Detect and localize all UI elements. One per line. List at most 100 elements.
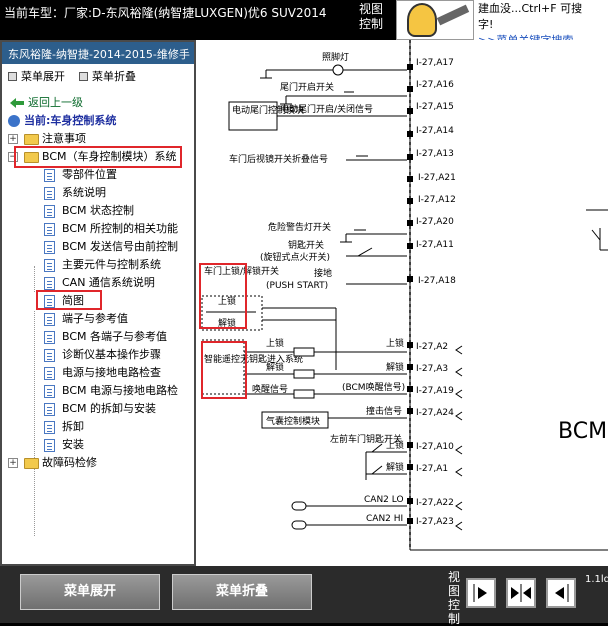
document-icon bbox=[44, 349, 55, 362]
pin-label: I-27,A23 bbox=[416, 517, 454, 527]
document-icon bbox=[44, 367, 55, 380]
nav-next-button[interactable] bbox=[466, 578, 496, 608]
document-icon bbox=[44, 223, 55, 236]
tree-item-label: 拆卸 bbox=[62, 420, 84, 433]
fit-width-icon bbox=[511, 584, 531, 602]
connector-pins: I-27,A17 I-27,A16 I-27,A15 I-27,A14 I-27… bbox=[407, 58, 456, 527]
arrow-right-icon bbox=[473, 584, 487, 602]
vehicle-model-text: 当前车型：厂家:D-东风裕隆(纳智捷LUXGEN)优6 SUV2014 bbox=[4, 6, 327, 20]
lock-label: 上锁 bbox=[218, 295, 236, 307]
tree-item[interactable]: 主要元件与控制系统 bbox=[2, 256, 194, 274]
unlock2-label: 解锁 bbox=[266, 361, 284, 373]
tree-item-label: BCM 电源与接地电路检 bbox=[62, 384, 179, 397]
highlight-diagram-item bbox=[36, 290, 102, 310]
page-indicator: 1.1ld bbox=[585, 574, 608, 585]
tree-item[interactable]: 电源与接地电路检查 bbox=[2, 364, 194, 382]
tree-item[interactable]: BCM 所控制的相关功能 bbox=[2, 220, 194, 238]
bcm-module-label: BCM bbox=[558, 419, 607, 444]
tree-item[interactable]: BCM 发送信号由前控制 bbox=[2, 238, 194, 256]
pin-label: I-27,A24 bbox=[416, 408, 454, 418]
search-promo: 建血没...Ctrl+F 可搜 字! >>菜单关键字搜索 bbox=[474, 0, 608, 40]
current-location: 当前:车身控制系统 bbox=[2, 112, 194, 130]
tree-item[interactable]: BCM 状态控制 bbox=[2, 202, 194, 220]
document-icon bbox=[44, 439, 55, 452]
pin-label: I-27,A22 bbox=[416, 498, 454, 508]
tailgate-signal-label: 电动尾门开启/关闭信号 bbox=[280, 103, 373, 115]
tree-item[interactable]: BCM 的拆卸与安装 bbox=[2, 400, 194, 418]
pin-label: I-27,A16 bbox=[416, 80, 454, 90]
key-switch-label: 钥匙开关 bbox=[288, 239, 324, 251]
smart-entry-label: 智能遥控无钥匙进入系统 bbox=[204, 353, 303, 365]
back-arrow-icon bbox=[10, 98, 24, 108]
tree-item[interactable]: 端子与参考值 bbox=[2, 310, 194, 328]
pin-label: I-27,A11 bbox=[416, 240, 454, 250]
document-icon bbox=[44, 385, 55, 398]
tree-item[interactable]: 安装 bbox=[2, 436, 194, 454]
nav-fit-button[interactable] bbox=[506, 578, 536, 608]
lock2-right-label: 上锁 bbox=[386, 337, 404, 349]
crash-signal-label: 撞击信号 bbox=[366, 405, 402, 417]
navigation-panel: 东风裕隆-纳智捷-2014-2015-维修手 菜单展开 菜单折叠 返回上一级 当… bbox=[0, 40, 196, 566]
pin-label: I-27,A18 bbox=[418, 276, 456, 286]
expand-plus-icon[interactable]: + bbox=[8, 458, 18, 468]
current-location-icon bbox=[8, 115, 20, 127]
keyword-search-link[interactable]: >>菜单关键字搜索 bbox=[478, 32, 604, 40]
document-icon bbox=[44, 331, 55, 344]
lock2-label: 上锁 bbox=[266, 337, 284, 349]
top-bar: 当前车型：厂家:D-东风裕隆(纳智捷LUXGEN)优6 SUV2014 视图控制… bbox=[0, 0, 608, 40]
push-start-label: (PUSH START) bbox=[266, 281, 328, 291]
mechanic-icon bbox=[407, 3, 437, 37]
expand-menu-bottom-button[interactable]: 菜单展开 bbox=[20, 574, 160, 610]
tree-item-label: 诊断仪基本操作步骤 bbox=[62, 348, 161, 361]
tree-folder-dtc[interactable]: + 故障码检修 bbox=[2, 454, 194, 472]
tree-item[interactable]: 系统说明 bbox=[2, 184, 194, 202]
tree-item-label: BCM 状态控制 bbox=[62, 204, 135, 217]
folder-icon bbox=[24, 134, 39, 145]
tree-item-label: 电源与接地电路检查 bbox=[62, 366, 161, 379]
expand-icon bbox=[8, 71, 17, 81]
collapse-menu-bottom-button[interactable]: 菜单折叠 bbox=[172, 574, 312, 610]
expand-plus-icon[interactable]: + bbox=[8, 134, 18, 144]
hazard-label: 危险警告灯开关 bbox=[268, 221, 331, 233]
pin-label: I-27,A2 bbox=[416, 342, 448, 352]
lock3-label: 上锁 bbox=[386, 439, 404, 451]
panel-toolbar: 菜单展开 菜单折叠 bbox=[2, 64, 194, 88]
document-icon bbox=[44, 421, 55, 434]
pin-label: I-27,A10 bbox=[416, 442, 454, 452]
tree-item-label: BCM 发送信号由前控制 bbox=[62, 240, 179, 253]
expand-menu-button[interactable]: 菜单展开 bbox=[8, 68, 65, 84]
tree-item-label: BCM 的拆卸与安装 bbox=[62, 402, 157, 415]
expand-menu-label: 菜单展开 bbox=[21, 70, 65, 83]
pin-label: I-27,A20 bbox=[416, 217, 454, 227]
wake-label: 唤醒信号 bbox=[252, 383, 288, 395]
tree-item[interactable]: 零部件位置 bbox=[2, 166, 194, 184]
tailgate-open-label: 尾门开启开关 bbox=[280, 81, 334, 93]
tree-item[interactable]: 拆卸 bbox=[2, 418, 194, 436]
highlight-bcm-folder bbox=[14, 146, 182, 168]
collapse-menu-button[interactable]: 菜单折叠 bbox=[79, 68, 136, 84]
airbag-label: 气囊控制模块 bbox=[266, 415, 320, 427]
tree-item-label: 零部件位置 bbox=[62, 168, 117, 181]
tree-item-label: 主要元件与控制系统 bbox=[62, 258, 161, 271]
view-control-label[interactable]: 视图控制 bbox=[356, 2, 386, 32]
arrow-left-icon bbox=[555, 584, 569, 602]
nav-prev-button[interactable] bbox=[546, 578, 576, 608]
unlock3-label: 解锁 bbox=[386, 461, 404, 473]
tree-item[interactable]: BCM 各端子与参考值 bbox=[2, 328, 194, 346]
document-icon bbox=[44, 187, 55, 200]
tree-item-label: 端子与参考值 bbox=[62, 312, 128, 325]
tree-item[interactable]: BCM 电源与接地电路检 bbox=[2, 382, 194, 400]
view-control-bottom-label[interactable]: 视图控制 bbox=[448, 570, 462, 626]
back-link[interactable]: 返回上一级 bbox=[2, 94, 194, 112]
promo-line1: 建血没...Ctrl+F 可搜 bbox=[478, 2, 583, 15]
wiring-diagram[interactable]: I-27,A17 I-27,A16 I-27,A15 I-27,A14 I-27… bbox=[196, 40, 608, 566]
document-icon bbox=[44, 205, 55, 218]
bottom-bar: 菜单展开 菜单折叠 视图控制 1.1ld bbox=[0, 566, 608, 626]
document-icon bbox=[44, 259, 55, 272]
tree-item-label: 系统说明 bbox=[62, 186, 106, 199]
tree-item[interactable]: 诊断仪基本操作步骤 bbox=[2, 346, 194, 364]
unlock2-right-label: 解锁 bbox=[386, 361, 404, 373]
tree-item-label: 注意事项 bbox=[42, 132, 86, 145]
pin-label: I-27,A13 bbox=[416, 149, 454, 159]
tree-item-label: BCM 各端子与参考值 bbox=[62, 330, 168, 343]
